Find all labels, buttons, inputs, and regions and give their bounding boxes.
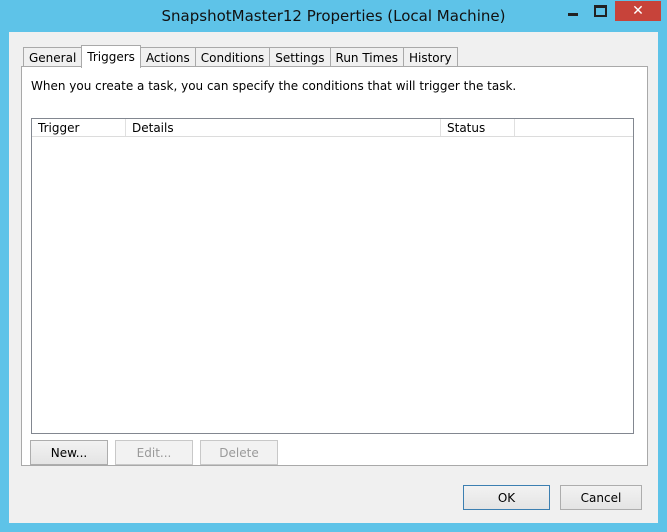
triggers-description: When you create a task, you can specify … [31, 79, 517, 93]
tab-conditions[interactable]: Conditions [194, 47, 271, 67]
dialog-client-area: General Triggers Actions Conditions Sett… [9, 32, 658, 523]
column-header-trigger[interactable]: Trigger [32, 119, 126, 136]
triggers-tab-panel: When you create a task, you can specify … [21, 66, 648, 466]
edit-trigger-button[interactable]: Edit... [115, 440, 193, 465]
triggers-list-header: Trigger Details Status [32, 119, 633, 137]
cancel-button[interactable]: Cancel [560, 485, 642, 510]
tab-settings[interactable]: Settings [269, 47, 331, 67]
tab-strip: General Triggers Actions Conditions Sett… [23, 45, 458, 68]
ok-button[interactable]: OK [463, 485, 550, 510]
tab-triggers[interactable]: Triggers [81, 45, 141, 68]
tab-history[interactable]: History [402, 47, 458, 67]
delete-trigger-button[interactable]: Delete [200, 440, 278, 465]
close-button[interactable]: ✕ [615, 1, 661, 21]
title-bar[interactable]: SnapshotMaster12 Properties (Local Machi… [0, 0, 667, 32]
tab-run-times[interactable]: Run Times [329, 47, 404, 67]
tab-actions[interactable]: Actions [139, 47, 196, 67]
new-trigger-button[interactable]: New... [30, 440, 108, 465]
maximize-button[interactable] [587, 1, 614, 21]
column-header-status[interactable]: Status [441, 119, 515, 136]
tab-general[interactable]: General [23, 47, 83, 67]
triggers-list[interactable]: Trigger Details Status [31, 118, 634, 434]
properties-dialog: SnapshotMaster12 Properties (Local Machi… [0, 0, 667, 532]
close-icon: ✕ [632, 3, 644, 19]
column-header-details[interactable]: Details [126, 119, 441, 136]
minimize-button[interactable] [559, 1, 586, 21]
minimize-icon [567, 13, 578, 16]
maximize-icon [594, 5, 607, 17]
